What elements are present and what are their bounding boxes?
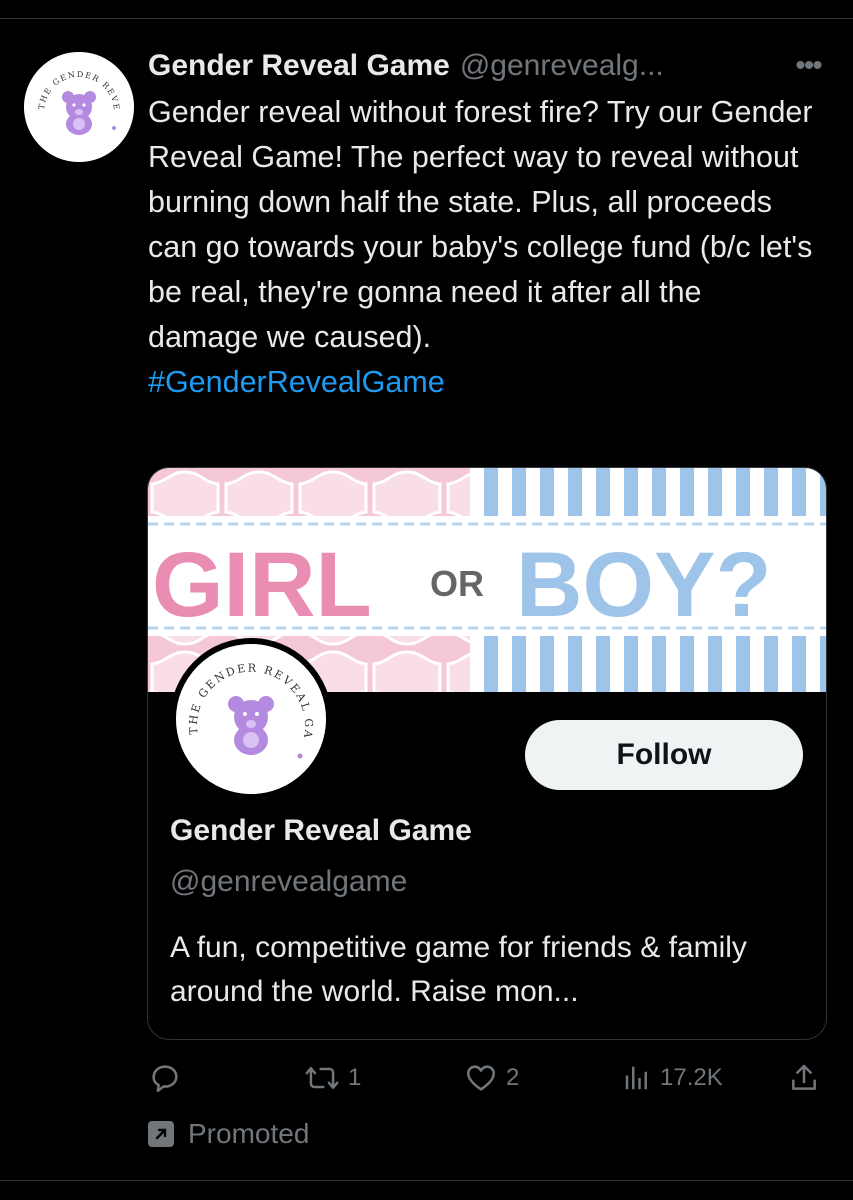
hashtag-link[interactable]: #GenderRevealGame: [148, 360, 818, 405]
share-icon: [792, 1064, 816, 1090]
promoted-label: Promoted: [188, 1118, 310, 1149]
share-button[interactable]: [788, 1056, 820, 1100]
like-count: 2: [506, 1064, 520, 1091]
banner-girl-text: GIRL: [152, 534, 372, 636]
card-handle[interactable]: @genrevealgame: [170, 865, 407, 899]
action-bar: 1 2 17.2K: [148, 1056, 828, 1100]
gender-reveal-logo-icon: THE GENDER REVEAL GAME: [24, 52, 134, 162]
follow-button[interactable]: Follow: [525, 720, 803, 790]
gender-reveal-logo-icon: THE GENDER REVEAL GAME: [176, 644, 326, 794]
banner-or-text: OR: [430, 563, 484, 604]
tweet-header: Gender Reveal Game @genrevealg... •••: [148, 46, 828, 86]
banner-boy-text: BOY?: [516, 534, 772, 636]
retweet-count: 1: [348, 1064, 362, 1091]
author-avatar[interactable]: THE GENDER REVEAL GAME: [24, 52, 134, 162]
card-avatar[interactable]: THE GENDER REVEAL GAME: [170, 638, 332, 800]
like-button[interactable]: 2: [464, 1056, 519, 1100]
card-name[interactable]: Gender Reveal Game: [170, 814, 472, 848]
views-button[interactable]: 17.2K: [622, 1056, 723, 1100]
views-chart-icon: [625, 1066, 647, 1090]
retweet-icon: [305, 1067, 339, 1089]
tweet-text: Gender reveal without forest fire? Try o…: [148, 95, 813, 354]
promoted-label-row[interactable]: Promoted: [148, 1112, 309, 1156]
reply-button[interactable]: [148, 1056, 182, 1100]
profile-card[interactable]: GIRL OR BOY? THE GENDER REVEAL GAME: [147, 467, 827, 1040]
top-divider: [0, 18, 853, 19]
views-count: 17.2K: [660, 1064, 723, 1091]
card-bio: A fun, competitive game for friends & fa…: [170, 931, 747, 1008]
heart-icon: [466, 1065, 496, 1091]
author-handle[interactable]: @genrevealg...: [460, 49, 664, 83]
author-name[interactable]: Gender Reveal Game: [148, 49, 450, 83]
more-options-icon[interactable]: •••: [788, 46, 828, 86]
retweet-button[interactable]: 1: [304, 1056, 361, 1100]
tweet-body: Gender reveal without forest fire? Try o…: [148, 90, 818, 405]
bottom-divider: [0, 1180, 853, 1181]
reply-icon: [152, 1065, 178, 1093]
promoted-arrow-icon: [148, 1121, 174, 1147]
